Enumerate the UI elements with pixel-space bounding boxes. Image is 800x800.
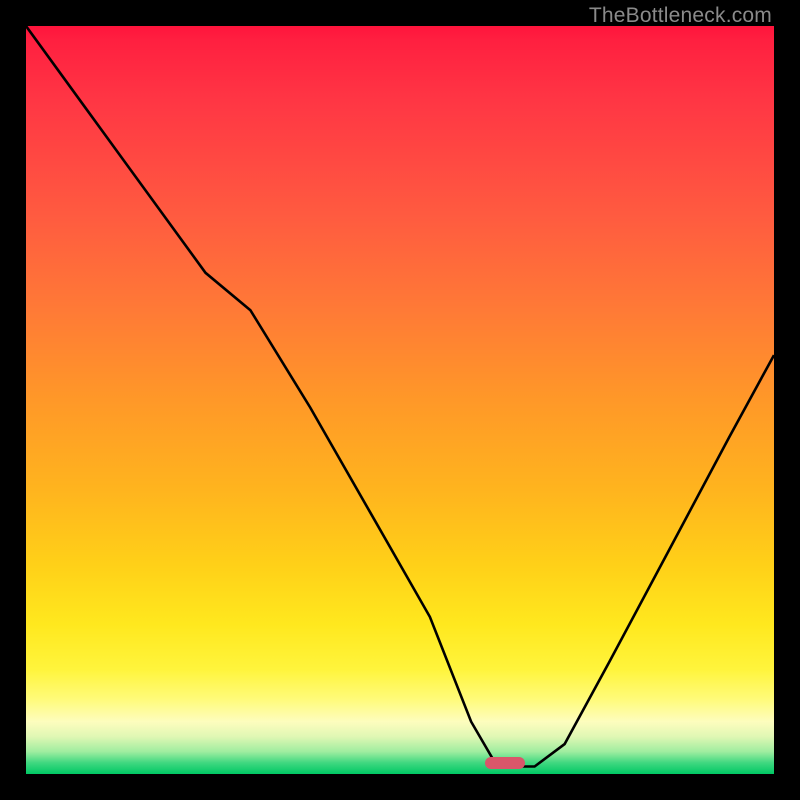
plot-area [26, 26, 774, 774]
bottleneck-curve [26, 26, 774, 774]
chart-frame: TheBottleneck.com [0, 0, 800, 800]
optimum-marker [485, 757, 525, 769]
watermark-text: TheBottleneck.com [589, 4, 772, 28]
